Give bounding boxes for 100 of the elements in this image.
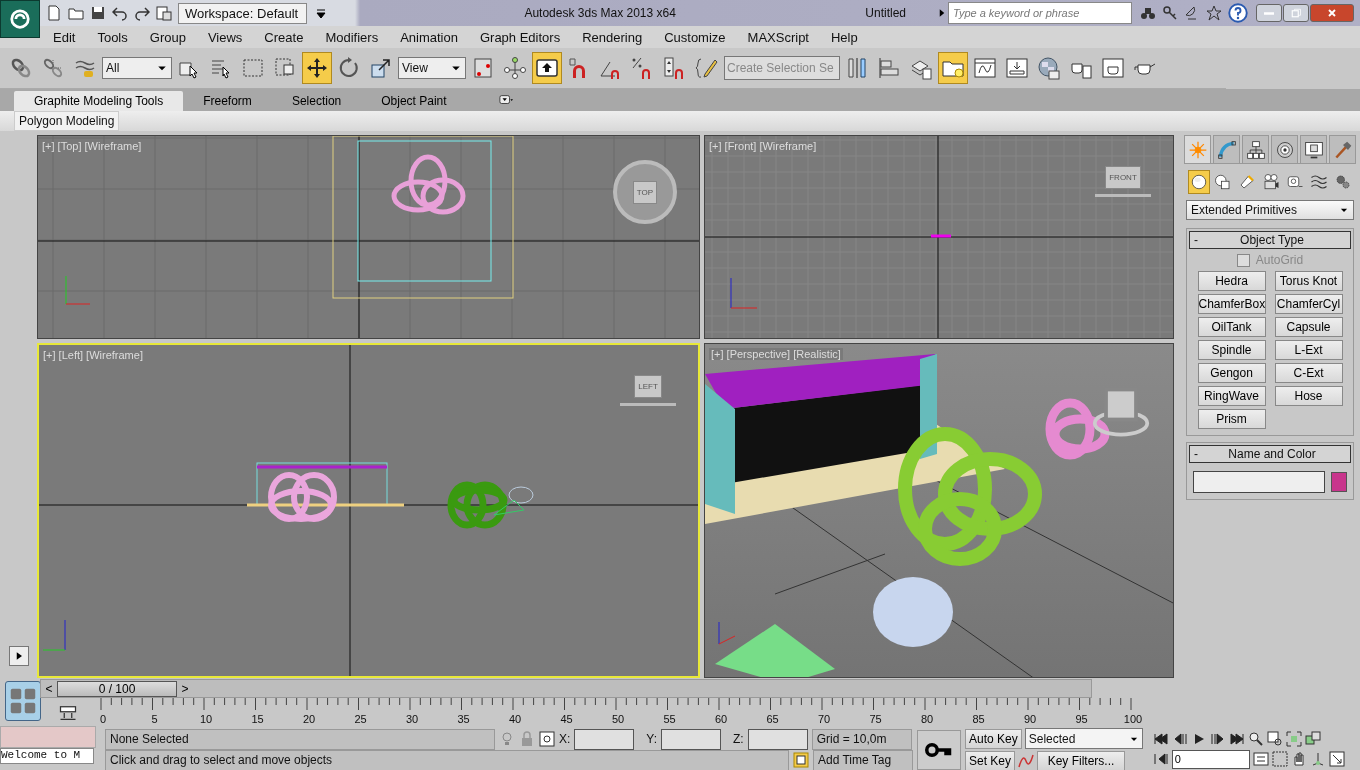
save-icon[interactable] xyxy=(90,5,106,21)
primitive-button[interactable]: OilTank xyxy=(1197,317,1266,337)
previous-frame-button[interactable]: < xyxy=(41,680,57,697)
workspace-dropdown[interactable]: Workspace: Default xyxy=(178,2,307,24)
go-to-start-icon[interactable] xyxy=(1152,730,1169,747)
key-mode-toggle-icon[interactable] xyxy=(1152,751,1169,767)
primitive-button[interactable]: L-Ext xyxy=(1274,340,1343,360)
primitive-button[interactable]: Gengon xyxy=(1197,363,1266,383)
key-mode-dropdown[interactable]: Selected xyxy=(1024,728,1143,749)
menu-item[interactable]: Tools xyxy=(86,29,139,45)
key-icon[interactable] xyxy=(1162,5,1178,21)
menu-item[interactable]: Create xyxy=(253,29,315,45)
maximize-toggle-icon[interactable] xyxy=(1328,751,1345,767)
ribbon-menu-icon[interactable] xyxy=(496,93,515,107)
ribbon-tab[interactable]: Graphite Modeling Tools xyxy=(14,91,184,111)
time-tag-icon[interactable] xyxy=(793,752,809,768)
ribbon-tab[interactable]: Object Paint xyxy=(361,91,467,111)
color-swatch[interactable] xyxy=(1331,472,1347,492)
menu-item[interactable]: Views xyxy=(196,29,254,45)
key-filters-button[interactable]: Key Filters... xyxy=(1037,751,1126,770)
add-time-tag-field[interactable]: Add Time Tag xyxy=(813,749,913,770)
menu-item[interactable]: Animation xyxy=(389,29,469,45)
primitive-button[interactable]: Capsule xyxy=(1274,317,1343,337)
zoom-all-icon[interactable] xyxy=(1266,730,1283,747)
time-slider-thumb[interactable]: 0 / 100 xyxy=(57,680,177,697)
primitive-button[interactable]: Hose xyxy=(1274,386,1343,406)
panel-tab[interactable] xyxy=(1242,135,1269,163)
primitive-button[interactable]: Spindle xyxy=(1197,340,1266,360)
tool-button[interactable] xyxy=(302,52,332,84)
viewport-layout-button[interactable] xyxy=(5,681,41,721)
dropdown[interactable]: View xyxy=(398,57,466,79)
restore-button[interactable] xyxy=(1283,4,1309,22)
search-field[interactable]: Type a keyword or phrase xyxy=(948,2,1132,24)
primitive-button[interactable]: ChamferCyl xyxy=(1274,294,1343,314)
primitive-button[interactable]: C-Ext xyxy=(1274,363,1343,383)
next-frame-button[interactable]: > xyxy=(177,680,193,697)
zoom-extents-all-icon[interactable] xyxy=(1304,730,1321,747)
transform-mode-icon[interactable] xyxy=(539,731,555,747)
category-button[interactable] xyxy=(1188,170,1210,194)
set-keys-button[interactable] xyxy=(917,729,961,770)
primitive-button[interactable]: ChamferBox xyxy=(1197,294,1266,314)
view-cube[interactable]: TOP xyxy=(613,160,677,224)
primitive-button[interactable]: Torus Knot xyxy=(1274,271,1343,291)
panel-tab[interactable] xyxy=(1271,135,1298,163)
view-cube[interactable]: LEFT xyxy=(620,369,676,406)
undo-icon[interactable] xyxy=(112,5,128,21)
binoculars-icon[interactable] xyxy=(1140,5,1156,21)
time-slider[interactable]: < 0 / 100 > xyxy=(40,679,1092,698)
star-icon[interactable] xyxy=(1206,5,1222,21)
menu-item[interactable]: Help xyxy=(820,29,869,45)
dropdown[interactable]: All xyxy=(102,57,172,79)
view-cube[interactable]: FRONT xyxy=(1095,160,1151,197)
rollout-header[interactable]: - Object Type xyxy=(1189,231,1351,249)
set-key-button[interactable]: Set Key xyxy=(965,751,1016,770)
x-coordinate-field[interactable] xyxy=(574,728,635,750)
ribbon-tab[interactable]: Freeform xyxy=(183,91,272,111)
redo-icon[interactable] xyxy=(134,5,150,21)
primitive-button[interactable]: Hedra xyxy=(1197,271,1266,291)
panel-tab[interactable] xyxy=(1300,135,1327,163)
current-frame-field[interactable]: 0 xyxy=(1171,749,1250,769)
primitive-button[interactable]: RingWave xyxy=(1197,386,1266,406)
name-field[interactable] xyxy=(1193,471,1325,493)
menu-item[interactable]: Modifiers xyxy=(314,29,390,45)
ribbon-panel-label[interactable]: Polygon Modeling xyxy=(14,111,120,131)
listener-input-field[interactable] xyxy=(0,726,96,748)
frame-number: 95 xyxy=(1075,713,1088,725)
next-frame-icon[interactable] xyxy=(1209,730,1226,747)
expand-button[interactable] xyxy=(8,646,29,666)
menu-item[interactable]: Group xyxy=(138,29,197,45)
primitives-dropdown[interactable]: Extended Primitives xyxy=(1186,200,1354,220)
menu-item[interactable]: Customize xyxy=(653,29,737,45)
help-icon[interactable] xyxy=(1228,3,1248,23)
time-configuration-icon[interactable] xyxy=(1252,751,1269,767)
menu-item[interactable]: Rendering xyxy=(571,29,654,45)
app-logo-icon[interactable] xyxy=(0,0,40,38)
field-of-view-icon[interactable] xyxy=(1271,751,1288,767)
go-to-end-icon[interactable] xyxy=(1228,730,1245,747)
curve-icon[interactable] xyxy=(1018,753,1035,769)
menu-item[interactable]: Edit xyxy=(42,29,87,45)
viewport[interactable]: [+] [Top] [Wireframe] TOP xyxy=(37,135,700,339)
project-folder-icon[interactable] xyxy=(156,5,172,21)
zoom-icon[interactable] xyxy=(1247,730,1264,747)
ribbon-tab[interactable]: Selection xyxy=(271,91,362,111)
tool-button[interactable] xyxy=(532,52,562,84)
y-coordinate-field[interactable] xyxy=(661,728,722,750)
primitive-button[interactable]: Prism xyxy=(1197,409,1266,429)
torus-knot-wireframe xyxy=(447,481,508,529)
menu-item[interactable]: Graph Editors xyxy=(468,29,572,45)
close-button[interactable] xyxy=(1310,4,1354,22)
new-file-icon[interactable] xyxy=(46,5,62,21)
key-mode-icon[interactable] xyxy=(58,703,78,723)
minimize-button[interactable] xyxy=(1256,4,1282,22)
menu-item[interactable]: MAXScript xyxy=(736,29,820,45)
selection-set-field[interactable]: Create Selection Se xyxy=(724,56,840,80)
viewport[interactable]: [+] [Front] [Wireframe] FRONT xyxy=(704,135,1174,339)
auto-key-button[interactable]: Auto Key xyxy=(965,728,1022,749)
rollout-header[interactable]: - Name and Color xyxy=(1189,445,1351,463)
viewport[interactable]: [+] [Left] [Wireframe] LEFT xyxy=(37,343,700,678)
open-folder-icon[interactable] xyxy=(68,5,84,21)
z-coordinate-field[interactable] xyxy=(747,728,808,750)
